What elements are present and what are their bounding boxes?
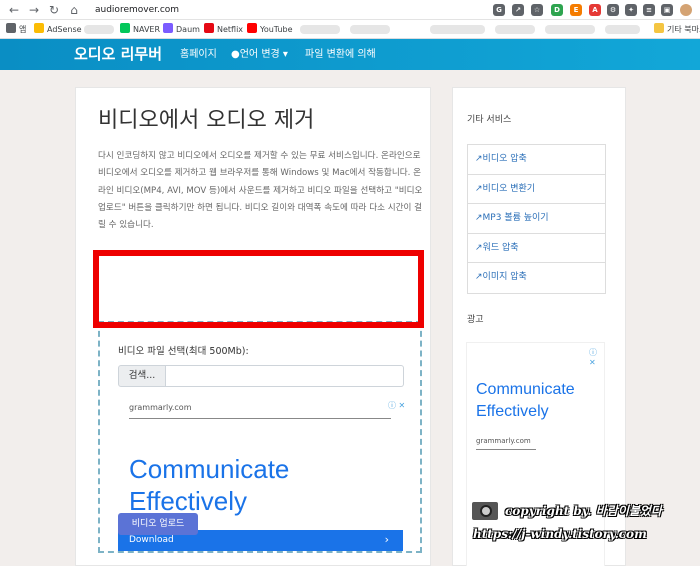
extension-green-icon[interactable]: D: [551, 4, 563, 16]
sidebar-ad-divider: [476, 449, 536, 450]
nav-language[interactable]: ●언어 변경 ▾: [231, 48, 288, 62]
nav-home[interactable]: 홈페이지: [180, 48, 217, 62]
blurred-bookmark[interactable]: [605, 25, 640, 34]
sidebar-ad-headline: Communicate Effectively: [476, 381, 575, 420]
external-link-icon: ↗: [475, 183, 483, 194]
services-list: ↗비디오 압축 ↗비디오 변환기 ↗MP3 볼륨 높이기 ↗워드 압축 ↗이미지…: [467, 144, 606, 294]
daum-icon: [163, 23, 173, 33]
ad-divider: [129, 418, 391, 419]
puzzle-icon[interactable]: ✦: [625, 4, 637, 16]
ad-domain: grammarly.com: [129, 403, 192, 412]
naver-icon: [120, 23, 130, 33]
bookmark-youtube[interactable]: YouTube: [247, 23, 293, 36]
page-description: 다시 인코딩하지 않고 비디오에서 오디오를 제거할 수 있는 무료 서비스입니…: [98, 151, 423, 231]
external-link-icon: ↗: [475, 242, 483, 253]
translate-icon[interactable]: G: [493, 4, 505, 16]
side-panel-icon[interactable]: ▣: [661, 4, 673, 16]
blurred-bookmark[interactable]: [495, 25, 535, 34]
netflix-icon: [204, 23, 214, 33]
external-link-icon: ↗: [475, 272, 483, 282]
bookmark-star-icon[interactable]: ☆: [531, 4, 543, 16]
bookmark-other[interactable]: 기타 북마크: [654, 23, 700, 36]
reload-icon[interactable]: ↻: [46, 2, 62, 18]
bookmark-adsense[interactable]: AdSense: [34, 23, 82, 36]
blurred-bookmark[interactable]: [350, 25, 390, 34]
extension-red-icon[interactable]: A: [589, 4, 601, 16]
service-video-converter[interactable]: ↗비디오 변환기: [468, 175, 605, 204]
site-brand[interactable]: 오디오 리무버: [74, 44, 162, 64]
adsense-icon: [34, 23, 44, 33]
ad-cta-label: Download: [129, 535, 174, 545]
nav-convert[interactable]: 파일 변환에 의해: [305, 48, 376, 62]
forward-icon[interactable]: →: [26, 2, 42, 18]
ad-headline: Communicate Effectively: [129, 454, 290, 516]
upload-label: 비디오 파일 선택(최대 500Mb):: [118, 346, 249, 357]
sidebar: 기타 서비스 ↗비디오 압축 ↗비디오 변환기 ↗MP3 볼륨 높이기 ↗워드 …: [452, 87, 626, 566]
service-video-compress[interactable]: ↗비디오 압축: [468, 145, 605, 175]
back-icon[interactable]: ←: [6, 2, 22, 18]
share-icon[interactable]: ↗: [512, 4, 524, 16]
globe-icon: ●: [231, 49, 240, 60]
blurred-bookmark[interactable]: [84, 25, 114, 34]
profile-avatar[interactable]: [680, 4, 692, 16]
blurred-bookmark[interactable]: [430, 25, 485, 34]
bookmark-naver[interactable]: NAVER: [120, 23, 160, 36]
blurred-bookmark[interactable]: [300, 25, 340, 34]
camera-watermark-icon: [470, 500, 500, 522]
blurred-bookmark[interactable]: [545, 25, 595, 34]
ad-heading: 광고: [467, 315, 484, 325]
service-mp3-volume[interactable]: ↗MP3 볼륨 높이기: [468, 204, 605, 234]
apps-grid-icon: [6, 23, 16, 33]
ad-info-icon[interactable]: ⓘ ✕: [589, 347, 604, 367]
external-link-icon: ↗: [475, 154, 483, 164]
youtube-icon: [247, 23, 257, 33]
other-services-heading: 기타 서비스: [467, 115, 512, 125]
bookmark-netflix[interactable]: Netflix: [204, 23, 243, 36]
watermark-url: https://j-windy.tistory.com: [473, 527, 647, 541]
browser-toolbar: ← → ↻ ⌂ audioremover.com G ↗ ☆ D E A ⚙ ✦…: [0, 0, 700, 20]
bookmarks-bar: 앱 AdSense NAVER Daum Netflix YouTube 기타 …: [0, 20, 700, 39]
file-input[interactable]: [166, 365, 404, 387]
folder-icon: [654, 23, 664, 33]
bookmark-daum[interactable]: Daum: [163, 23, 200, 36]
chevron-right-icon: ›: [384, 533, 389, 546]
browse-button[interactable]: 검색...: [118, 365, 166, 387]
menu-list-icon[interactable]: ≡: [643, 4, 655, 16]
site-navbar: 오디오 리무버 홈페이지 ●언어 변경 ▾ 파일 변환에 의해: [0, 39, 700, 70]
extension-orange-icon[interactable]: E: [570, 4, 582, 16]
home-icon[interactable]: ⌂: [66, 2, 82, 18]
service-image-compress[interactable]: ↗이미지 압축: [468, 263, 605, 293]
bookmark-apps[interactable]: 앱: [6, 23, 26, 36]
upload-form: 비디오 파일 선택(최대 500Mb): 검색... grammarly.com…: [98, 321, 422, 553]
upload-video-button[interactable]: 비디오 업로드: [118, 513, 198, 535]
external-link-icon: ↗: [475, 213, 483, 223]
watermark-copyright: copyright by. 바람이불었다: [505, 504, 662, 518]
caret-down-icon: ▾: [282, 49, 288, 60]
sidebar-ad-domain: grammarly.com: [476, 437, 531, 445]
camera-lens: [480, 505, 492, 517]
red-highlight-box: [93, 250, 424, 328]
service-word-compress[interactable]: ↗워드 압축: [468, 234, 605, 263]
page-title: 비디오에서 오디오 제거: [98, 108, 315, 133]
extension-icon[interactable]: ⚙: [607, 4, 619, 16]
address-bar[interactable]: audioremover.com: [95, 2, 179, 18]
ad-info-icon[interactable]: ⓘ ✕: [388, 401, 405, 411]
